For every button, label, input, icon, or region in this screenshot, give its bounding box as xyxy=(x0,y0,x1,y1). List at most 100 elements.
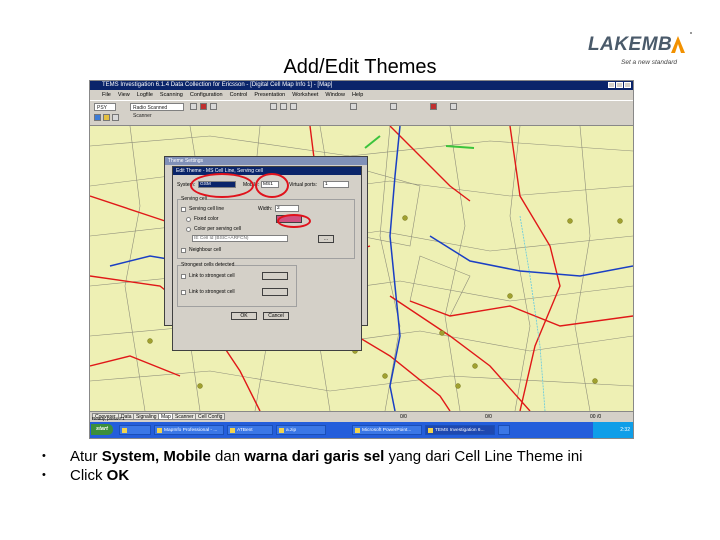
serving-cell-group: Serving cell Serving cell line Width: 2 … xyxy=(177,196,355,259)
status-coord-2: 0/0 xyxy=(485,414,492,420)
menu-control[interactable]: Control xyxy=(230,90,248,100)
menu-presentation[interactable]: Presentation xyxy=(254,90,285,100)
menu-scanning[interactable]: Scanning xyxy=(160,90,183,100)
color-per-cell-radio[interactable] xyxy=(186,227,191,232)
menu-file[interactable]: File xyxy=(102,90,111,100)
logo-tagline: Set a new standard xyxy=(621,59,678,66)
pan-icon[interactable] xyxy=(290,103,297,110)
neighbour-checkbox[interactable] xyxy=(181,248,186,253)
scanner-combo[interactable]: Radio Scanned Scanner xyxy=(130,103,184,119)
menu-configuration[interactable]: Configuration xyxy=(190,90,223,100)
zoom-in-icon[interactable] xyxy=(270,103,277,110)
fixed-color-radio[interactable] xyxy=(186,217,191,222)
decorative-dot xyxy=(690,32,692,34)
stop-icon[interactable] xyxy=(200,103,207,110)
map-window: Theme Settings Edit Theme - MS Cell Line… xyxy=(90,126,633,411)
task-atbent[interactable]: ATBent xyxy=(227,425,273,435)
system-tray: 2:32 xyxy=(593,422,633,438)
highlight-mobile-ring xyxy=(255,173,289,198)
neighbour-label: Neighbour cell xyxy=(189,247,221,253)
connect-icon[interactable] xyxy=(94,114,101,121)
serving-line-label: Serving cell line xyxy=(189,206,225,212)
app-toolbar: PSY Radio Scanned Scanner xyxy=(90,100,633,126)
tems-icon xyxy=(428,428,433,433)
tems-screenshot: TEMS Investigation 6.1.4 Data Collection… xyxy=(89,80,634,439)
strongest-cells-group: Strongest cells detected Link to stronge… xyxy=(177,262,297,307)
strongest-cells-label: Strongest cells detected xyxy=(181,262,235,268)
width-label: Width: xyxy=(258,206,273,212)
tab-scanner[interactable]: Scanner xyxy=(172,413,197,420)
menu-view[interactable]: View xyxy=(118,90,130,100)
bullet-item: • Click OK xyxy=(42,466,702,485)
link-color-button-2[interactable] xyxy=(262,288,288,296)
maximize-button[interactable] xyxy=(616,82,623,88)
virtual-ports-label: Virtual ports: xyxy=(289,182,317,188)
menu-worksheet[interactable]: Worksheet xyxy=(292,90,318,100)
status-coord-1: 0/0 xyxy=(400,414,407,420)
ie-browse-button[interactable]: ... xyxy=(318,235,334,243)
quicklaunch-icon xyxy=(122,428,127,433)
status-coord-3: 00 /0 xyxy=(590,414,602,420)
app-titlebar: TEMS Investigation 6.1.4 Data Collection… xyxy=(90,81,633,90)
logo-wordmark: LAKEMB xyxy=(588,34,673,55)
tab-signaling[interactable]: Signaling xyxy=(133,413,160,420)
link-color-button-1[interactable] xyxy=(262,272,288,280)
serving-line-checkbox[interactable] xyxy=(181,207,186,212)
task-zip[interactable]: a.zip xyxy=(276,425,326,435)
menu-logfile[interactable]: Logfile xyxy=(137,90,153,100)
app-title: TEMS Investigation 6.1.4 Data Collection… xyxy=(102,82,333,88)
settings-icon[interactable] xyxy=(450,103,457,110)
atbent-icon xyxy=(230,428,235,433)
link-strongest-label-2: Link to strongest cell xyxy=(189,289,235,295)
cancel-button[interactable]: Cancel xyxy=(263,312,289,320)
lakemba-logo: LAKEMB Set a new standard xyxy=(588,34,692,74)
quicklaunch[interactable] xyxy=(119,425,151,435)
ie-select[interactable]: IE Cell Id (BSIC+ARFCN) xyxy=(192,235,288,242)
link-strongest-checkbox-1[interactable] xyxy=(181,274,186,279)
link-strongest-checkbox-2[interactable] xyxy=(181,290,186,295)
app-menubar: File View Logfile Scanning Configuration… xyxy=(90,90,633,100)
highlight-system-ring xyxy=(190,173,254,198)
bullet-dot: • xyxy=(42,450,46,462)
pause-icon[interactable] xyxy=(210,103,217,110)
bullet-item: • Atur System, Mobile dan warna dari gar… xyxy=(42,447,702,466)
open-icon[interactable] xyxy=(112,114,119,121)
menu-help[interactable]: Help xyxy=(352,90,363,100)
worksheet-tabs: Cooverer Data Signaling Map Scanner Cell… xyxy=(90,411,633,421)
start-button[interactable]: start xyxy=(91,424,113,435)
logo-lambda-icon xyxy=(671,36,685,53)
alert-icon[interactable] xyxy=(430,103,437,110)
record-icon[interactable] xyxy=(103,114,110,121)
color-per-cell-label: Color per serving cell xyxy=(194,226,241,232)
virtual-ports-select[interactable]: 1 xyxy=(323,181,349,188)
info-icon[interactable] xyxy=(390,103,397,110)
width-spin[interactable]: 2 xyxy=(275,205,299,212)
menu-window[interactable]: Window xyxy=(325,90,345,100)
select-icon[interactable] xyxy=(350,103,357,110)
zoom-out-icon[interactable] xyxy=(280,103,287,110)
task-powerpoint[interactable]: Microsoft PowerPoint... xyxy=(352,425,422,435)
ok-button[interactable]: OK xyxy=(231,312,257,320)
bullet-text: Click OK xyxy=(70,467,130,484)
windows-taskbar: start MapInfo Professional - ... ATBent … xyxy=(90,422,633,438)
close-button[interactable] xyxy=(624,82,631,88)
bullet-dot: • xyxy=(42,469,46,481)
equipment-combo[interactable]: PSY xyxy=(94,103,116,111)
window-controls xyxy=(608,82,631,88)
mapinfo-icon xyxy=(157,428,162,433)
zip-icon xyxy=(279,428,284,433)
highlight-color-ring xyxy=(277,214,311,228)
powerpoint-icon xyxy=(355,428,360,433)
clock: 2:32 xyxy=(620,427,630,433)
serving-cell-group-label: Serving cell xyxy=(181,196,207,202)
task-tems[interactable]: TEMS Investigation 6... xyxy=(425,425,495,435)
link-strongest-label-1: Link to strongest cell xyxy=(189,273,235,279)
task-extra[interactable] xyxy=(498,425,510,435)
task-mapinfo[interactable]: MapInfo Professional - ... xyxy=(154,425,224,435)
play-icon[interactable] xyxy=(190,103,197,110)
tab-cell-config[interactable]: Cell Config xyxy=(195,413,226,420)
minimize-button[interactable] xyxy=(608,82,615,88)
cell-line-theme-dialog: Edit Theme - MS Cell Line, Serving cell … xyxy=(172,166,362,351)
instruction-bullets: • Atur System, Mobile dan warna dari gar… xyxy=(42,447,702,485)
bullet-text: Atur System, Mobile dan warna dari garis… xyxy=(70,448,583,465)
